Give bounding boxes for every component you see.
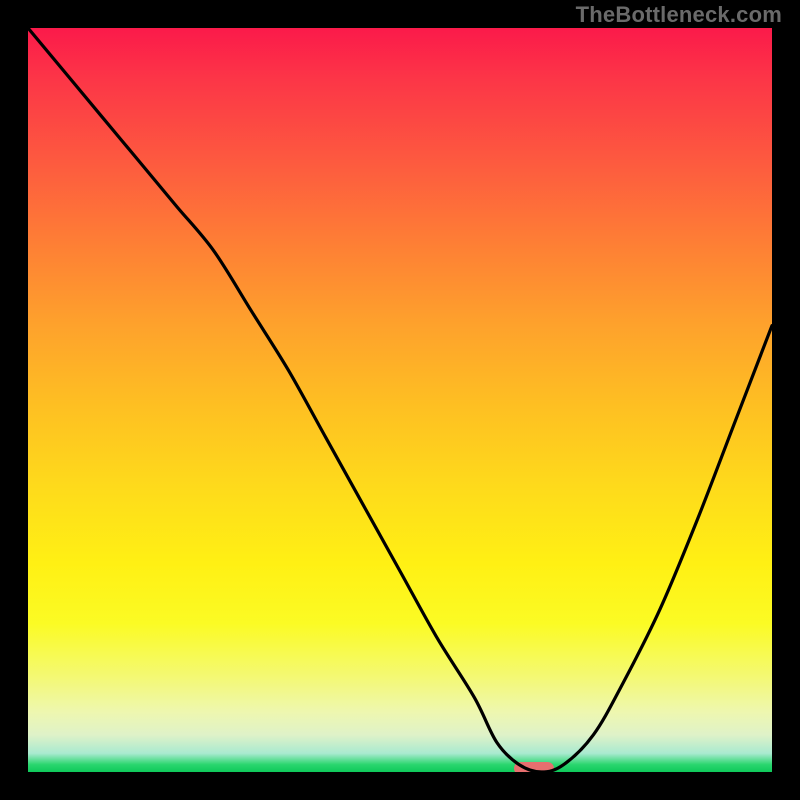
watermark-text: TheBottleneck.com: [576, 2, 782, 28]
bottleneck-curve-line: [28, 28, 772, 772]
plot-area: [28, 28, 772, 772]
curve-path: [28, 28, 772, 772]
chart-frame: TheBottleneck.com: [0, 0, 800, 800]
